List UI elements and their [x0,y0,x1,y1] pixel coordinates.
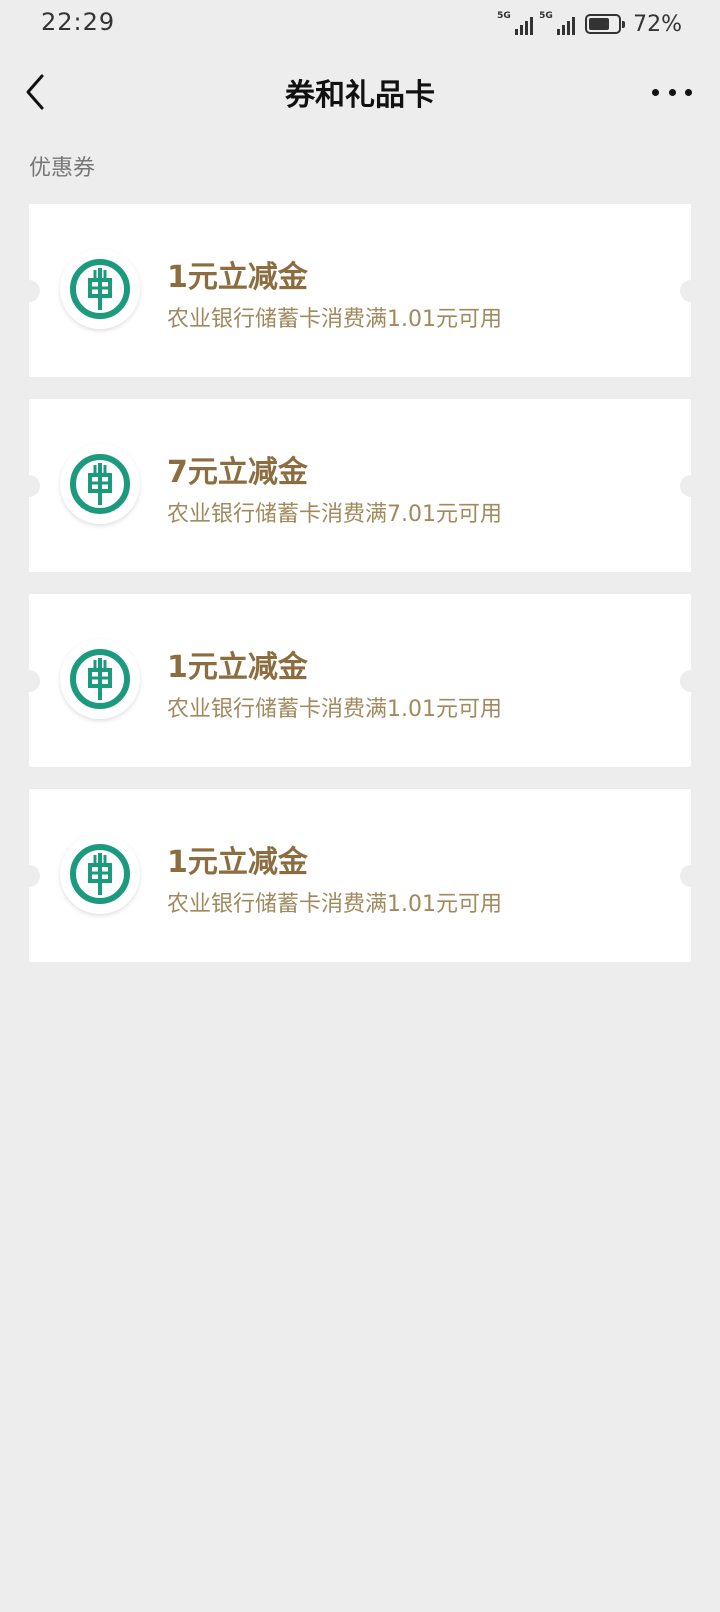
coupon-title: 7元立减金 [167,455,308,490]
abc-bank-logo-icon [60,444,140,524]
abc-bank-logo-icon [60,249,140,329]
section-label: 优惠券 [29,156,96,181]
network-type-label: 5G [539,11,553,21]
more-dots-icon [652,88,659,96]
coupon-notch [18,865,40,887]
page-title: 券和礼品卡 [285,78,435,113]
coupon-description: 农业银行储蓄卡消费满1.01元可用 [167,697,502,722]
signal-icon: 5G [539,11,576,37]
coupon-notch [18,670,40,692]
battery-fill [589,18,610,30]
status-indicators: 5G 5G 72% [497,10,682,38]
battery-icon [585,14,626,34]
network-type-label: 5G [497,11,511,21]
battery-percent: 72% [633,11,682,37]
coupon-card[interactable]: 1元立减金 农业银行储蓄卡消费满1.01元可用 [18,204,702,377]
coupon-title: 1元立减金 [167,845,308,880]
coupon-card[interactable]: 1元立减金 农业银行储蓄卡消费满1.01元可用 [18,789,702,962]
coupon-description: 农业银行储蓄卡消费满1.01元可用 [167,307,502,332]
nav-bar: 券和礼品卡 [0,50,720,134]
abc-bank-logo-icon [60,834,140,914]
coupon-notch [680,475,702,497]
coupon-notch [18,475,40,497]
coupon-title: 1元立减金 [167,650,308,685]
coupon-notch [680,670,702,692]
coupon-notch [18,280,40,302]
coupon-card[interactable]: 1元立减金 农业银行储蓄卡消费满1.01元可用 [18,594,702,767]
coupon-description: 农业银行储蓄卡消费满1.01元可用 [167,892,502,917]
coupon-description: 农业银行储蓄卡消费满7.01元可用 [167,502,502,527]
status-bar: 22:29 5G 5G 72% [0,0,720,50]
more-button[interactable] [652,76,692,108]
coupon-notch [680,865,702,887]
coupon-card[interactable]: 7元立减金 农业银行储蓄卡消费满7.01元可用 [18,399,702,572]
coupon-notch [680,280,702,302]
abc-bank-logo-icon [60,639,140,719]
signal-icon: 5G [497,11,534,37]
coupon-list: 1元立减金 农业银行储蓄卡消费满1.01元可用 7元立减金 农业银行储蓄卡消费满… [18,204,702,984]
coupon-title: 1元立减金 [167,260,308,295]
status-time: 22:29 [41,8,116,36]
